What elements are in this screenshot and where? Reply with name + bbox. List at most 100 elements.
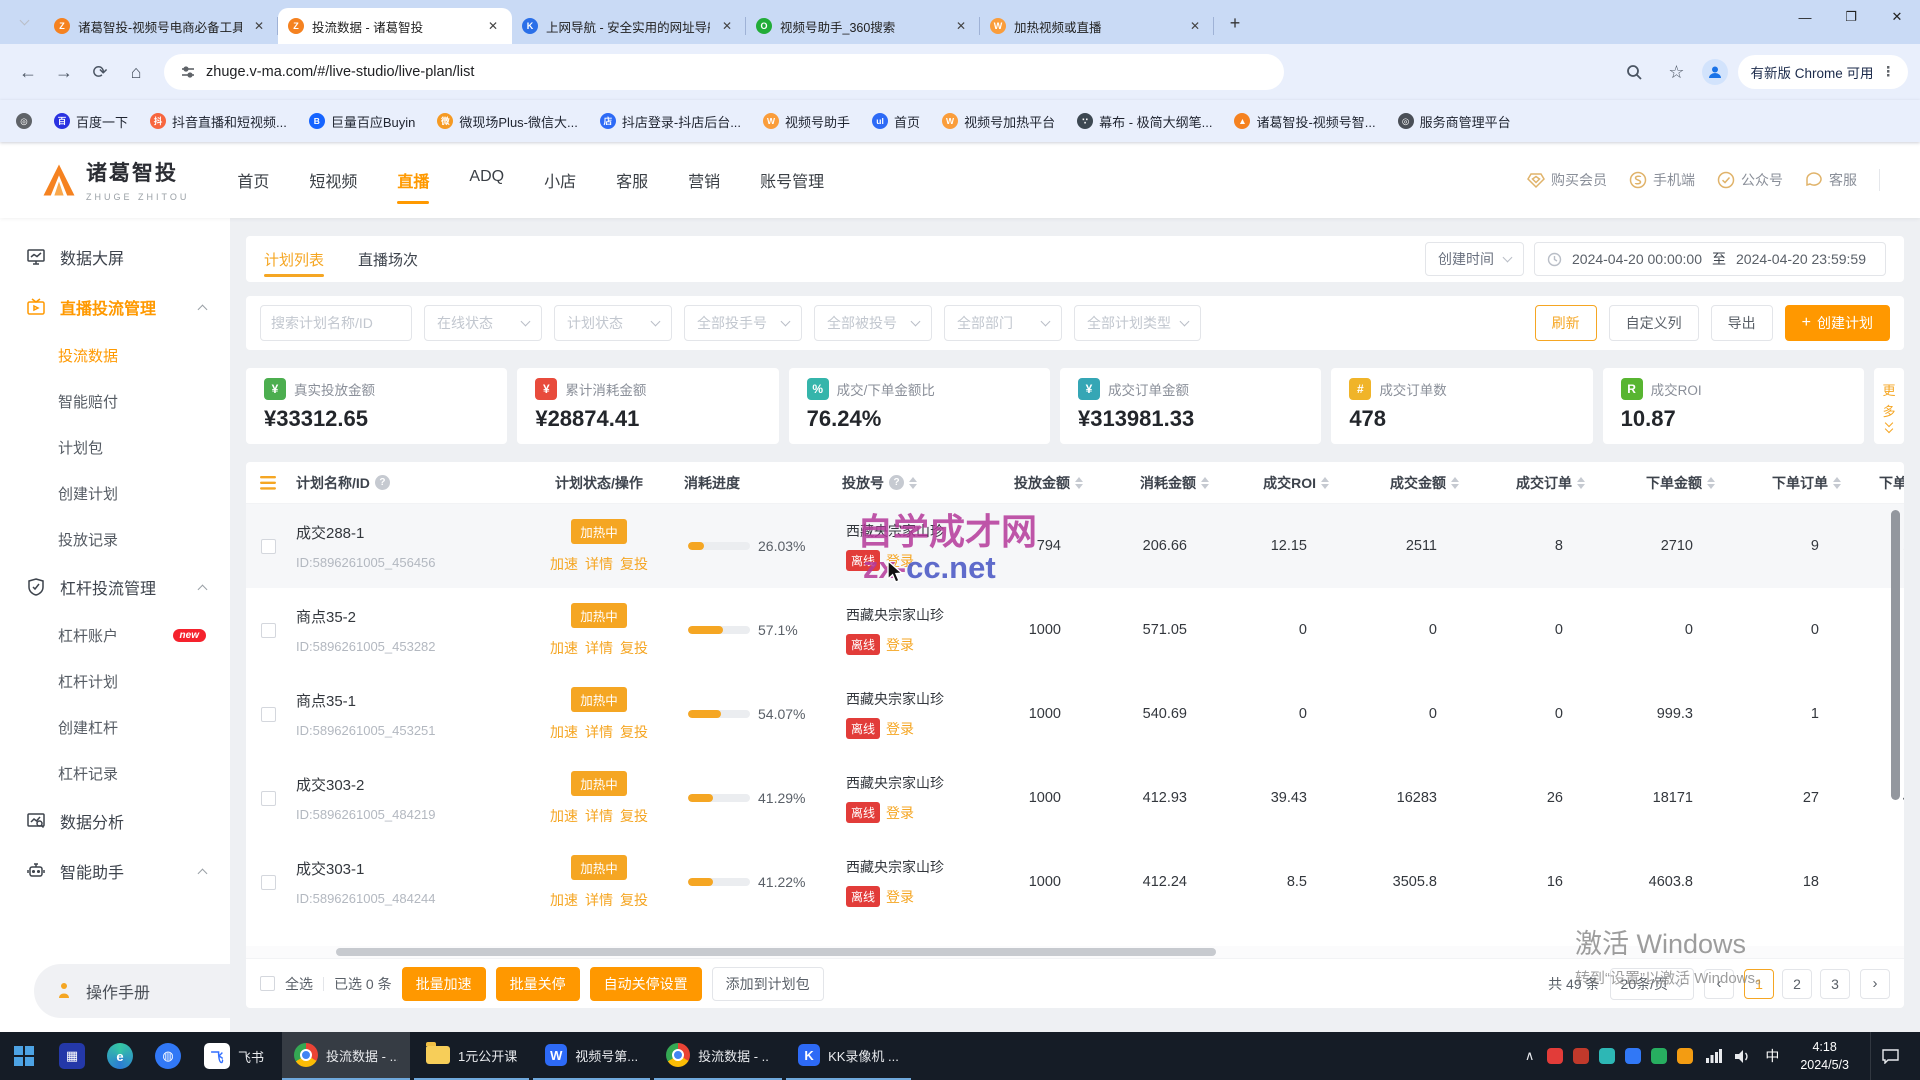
sidebar-item-投放记录[interactable]: 投放记录	[0, 516, 230, 562]
select-all-label[interactable]: 全选	[285, 974, 313, 994]
bookmark-item[interactable]: W视频号加热平台	[942, 112, 1055, 131]
select-all-checkbox[interactable]	[260, 976, 275, 991]
ime-indicator[interactable]: 中	[1765, 1046, 1779, 1066]
tray-icon-3[interactable]	[1599, 1048, 1615, 1064]
op-link-加速[interactable]: 加速	[550, 638, 578, 658]
manual-button[interactable]: 操作手册	[34, 964, 230, 1018]
login-link[interactable]: 登录	[886, 803, 914, 823]
maximize-button[interactable]: ❐	[1828, 0, 1874, 34]
taskbar-app-1元公开课[interactable]: 1元公开课	[414, 1032, 529, 1080]
customer-service-link[interactable]: 客服	[1805, 170, 1857, 190]
table-row[interactable]: 成交303-1ID:5896261005_484244加热中加速详情复投41.2…	[246, 840, 1904, 924]
column-settings-button[interactable]	[246, 476, 290, 490]
tab-search-button[interactable]	[10, 8, 38, 36]
vertical-scrollbar[interactable]	[1891, 510, 1900, 840]
column-header-成交ROI[interactable]: 成交ROI	[1217, 473, 1337, 493]
bookmark-item[interactable]: 微微现场Plus-微信大...	[437, 112, 577, 131]
table-row[interactable]: 商点35-2ID:5896261005_453282加热中加速详情复投57.1%…	[246, 588, 1904, 672]
bookmark-item[interactable]: ul首页	[872, 112, 920, 131]
sidebar-item-智能赔付[interactable]: 智能赔付	[0, 378, 230, 424]
chrome-update-chip[interactable]: 有新版 Chrome 可用 ⋮	[1738, 55, 1908, 89]
column-header-成交订单[interactable]: 成交订单	[1467, 473, 1593, 493]
sidebar-item-计划包[interactable]: 计划包	[0, 424, 230, 470]
mobile-app-link[interactable]: 手机端	[1629, 170, 1695, 190]
buy-membership-link[interactable]: 购买会员	[1527, 170, 1607, 190]
table-row[interactable]: 成交303-2ID:5896261005_484219加热中加速详情复投41.2…	[246, 756, 1904, 840]
nav-item-营销[interactable]: 营销	[688, 142, 720, 218]
official-account-link[interactable]: 公众号	[1717, 170, 1783, 190]
tray-icon-1[interactable]	[1547, 1048, 1563, 1064]
sidebar-item-杠杆账户[interactable]: 杠杆账户new	[0, 612, 230, 658]
op-link-复投[interactable]: 复投	[620, 890, 648, 910]
bookmark-star-icon[interactable]: ☆	[1660, 56, 1692, 88]
row-checkbox[interactable]	[261, 707, 276, 722]
tab-close-icon[interactable]: ✕	[952, 17, 970, 35]
vertical-scrollbar-thumb[interactable]	[1891, 510, 1900, 800]
address-bar[interactable]: zhuge.v-ma.com/#/live-studio/live-plan/l…	[164, 54, 1284, 90]
column-header-计划状态/操作[interactable]: 计划状态/操作	[520, 473, 678, 493]
sidebar-item-杠杆投流管理[interactable]: 杠杆投流管理	[0, 562, 230, 612]
tray-icon-4[interactable]	[1625, 1048, 1641, 1064]
bookmark-item[interactable]: 百百度一下	[54, 112, 128, 131]
sidebar-item-杠杆记录[interactable]: 杠杆记录	[0, 750, 230, 796]
sort-icon[interactable]	[1201, 477, 1209, 489]
filter-select-在线状态[interactable]: 在线状态	[424, 305, 542, 341]
forward-button[interactable]: →	[48, 56, 80, 88]
table-row[interactable]: 成交288-1ID:5896261005_456456加热中加速详情复投26.0…	[246, 504, 1904, 588]
horizontal-scrollbar[interactable]	[246, 946, 1904, 958]
page-size-select[interactable]: 20条/页	[1610, 968, 1694, 1000]
sort-icon[interactable]	[1075, 477, 1083, 489]
start-button[interactable]	[0, 1032, 48, 1080]
filter-select-计划状态[interactable]: 计划状态	[554, 305, 672, 341]
column-header-成交金额[interactable]: 成交金额	[1337, 473, 1467, 493]
op-link-复投[interactable]: 复投	[620, 722, 648, 742]
next-page-button[interactable]: ›	[1860, 969, 1890, 999]
help-icon[interactable]: ?	[375, 475, 390, 490]
op-link-详情[interactable]: 详情	[585, 722, 613, 742]
tab-直播场次[interactable]: 直播场次	[358, 236, 418, 283]
filter-select-全部投手号[interactable]: 全部投手号	[684, 305, 802, 341]
tray-icon-5[interactable]	[1651, 1048, 1667, 1064]
sidebar-item-数据大屏[interactable]: 数据大屏	[0, 232, 230, 282]
network-icon[interactable]	[1706, 1049, 1722, 1063]
sort-icon[interactable]	[909, 477, 917, 489]
tab-close-icon[interactable]: ✕	[484, 17, 502, 35]
op-link-加速[interactable]: 加速	[550, 890, 578, 910]
horizontal-scrollbar-thumb[interactable]	[336, 948, 1216, 956]
sort-icon[interactable]	[1321, 477, 1329, 489]
refresh-button[interactable]: 刷新	[1535, 305, 1597, 341]
column-header-下单金额[interactable]: 下单金额	[1593, 473, 1723, 493]
bookmark-item[interactable]: 抖抖音直播和短视频...	[150, 112, 287, 131]
nav-item-账号管理[interactable]: 账号管理	[760, 142, 824, 218]
taskbar-app-投流数据 - ...[interactable]: 投流数据 - ...	[282, 1032, 410, 1080]
profile-avatar[interactable]	[1702, 59, 1728, 85]
filter-select-全部计划类型[interactable]: 全部计划类型	[1074, 305, 1201, 341]
edge-browser-icon[interactable]: e	[96, 1032, 144, 1080]
row-checkbox[interactable]	[261, 539, 276, 554]
page-button-3[interactable]: 3	[1820, 969, 1850, 999]
help-icon[interactable]: ?	[889, 475, 904, 490]
reload-button[interactable]: ⟳	[84, 56, 116, 88]
column-header-消耗金额[interactable]: 消耗金额	[1091, 473, 1217, 493]
login-link[interactable]: 登录	[886, 887, 914, 907]
pinned-app-icon[interactable]: ▦	[48, 1032, 96, 1080]
login-link[interactable]: 登录	[886, 635, 914, 655]
login-link[interactable]: 登录	[886, 551, 914, 571]
back-button[interactable]: ←	[12, 56, 44, 88]
column-header-投放金额[interactable]: 投放金额	[986, 473, 1091, 493]
sidebar-item-直播投流管理[interactable]: 直播投流管理	[0, 282, 230, 332]
bookmark-item[interactable]: 店抖店登录-抖店后台...	[600, 112, 741, 131]
tab-close-icon[interactable]: ✕	[718, 17, 736, 35]
tray-icon-6[interactable]	[1677, 1048, 1693, 1064]
op-link-详情[interactable]: 详情	[585, 890, 613, 910]
sort-icon[interactable]	[1451, 477, 1459, 489]
taskbar-app-KK录像机 ...[interactable]: KKK录像机 ...	[786, 1032, 911, 1080]
create-plan-button[interactable]: +创建计划	[1785, 305, 1890, 341]
row-checkbox[interactable]	[261, 875, 276, 890]
browser-menu-icon[interactable]: ⋮	[1882, 64, 1897, 80]
op-link-加速[interactable]: 加速	[550, 722, 578, 742]
more-stats-button[interactable]: 更多	[1874, 368, 1904, 444]
bookmark-item[interactable]: ∵幕布 - 极简大纲笔...	[1077, 112, 1212, 131]
tray-icon-2[interactable]	[1573, 1048, 1589, 1064]
bookmark-item[interactable]: B巨量百应Buyin	[309, 112, 416, 131]
